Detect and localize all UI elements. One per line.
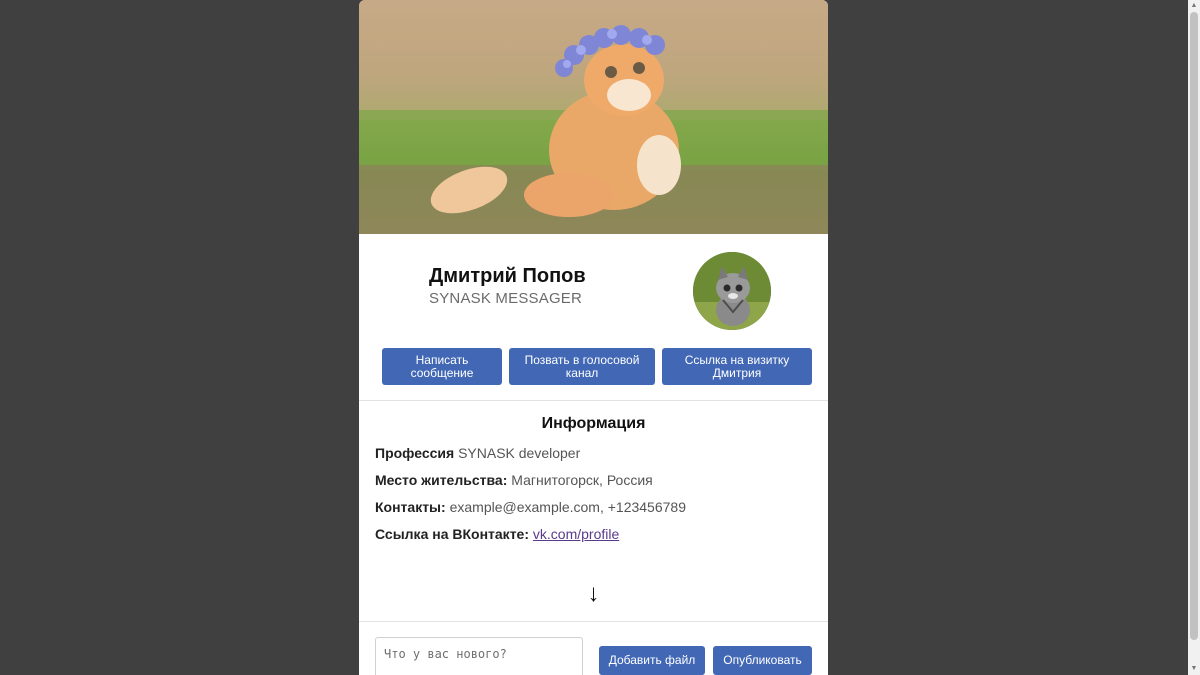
info-label: Ссылка на ВКонтакте: bbox=[375, 526, 529, 542]
info-value: Магнитогорск, Россия bbox=[511, 472, 653, 488]
info-title: Информация bbox=[541, 415, 646, 432]
info-row-contacts: Контакты: example@example.com, +12345678… bbox=[375, 499, 686, 515]
info-label: Профессия bbox=[375, 445, 455, 461]
scroll-thumb[interactable] bbox=[1190, 12, 1198, 640]
profile-subtitle: SYNASK MESSAGER bbox=[429, 290, 583, 307]
scroll-up-icon[interactable]: ▲ bbox=[1188, 0, 1200, 12]
profile-card: Дмитрий Попов SYNASK MESSAGER Написать с… bbox=[359, 0, 828, 675]
vk-profile-link[interactable]: vk.com/profile bbox=[533, 526, 619, 542]
post-input[interactable] bbox=[375, 637, 583, 675]
voice-call-button[interactable]: Позвать в голосовой канал bbox=[509, 348, 655, 385]
down-arrow-icon[interactable]: ↓ bbox=[359, 580, 828, 608]
info-row-profession: Профессия SYNASK developer bbox=[375, 445, 580, 461]
send-message-button[interactable]: Написать сообщение bbox=[382, 348, 502, 385]
kitten-avatar-image bbox=[693, 252, 771, 330]
info-label: Контакты: bbox=[375, 499, 446, 515]
section-divider bbox=[359, 400, 828, 401]
page-scrollbar[interactable]: ▲ ▼ bbox=[1188, 0, 1200, 675]
cover-image bbox=[359, 0, 828, 234]
profile-name: Дмитрий Попов bbox=[429, 265, 586, 287]
section-divider bbox=[359, 621, 828, 622]
card-link-button[interactable]: Ссылка на визитку Дмитрия bbox=[662, 348, 812, 385]
info-row-residence: Место жительства: Магнитогорск, Россия bbox=[375, 472, 653, 488]
scroll-down-icon[interactable]: ▼ bbox=[1188, 663, 1200, 675]
kitten-cover-illustration bbox=[359, 0, 828, 234]
info-label: Место жительства: bbox=[375, 472, 508, 488]
avatar[interactable] bbox=[693, 252, 771, 330]
publish-button[interactable]: Опубликовать bbox=[713, 646, 812, 675]
info-value: SYNASK developer bbox=[458, 445, 581, 461]
info-row-vk: Ссылка на ВКонтакте: vk.com/profile bbox=[375, 526, 619, 542]
add-file-button[interactable]: Добавить файл bbox=[599, 646, 705, 675]
info-value: example@example.com, +123456789 bbox=[449, 499, 686, 515]
